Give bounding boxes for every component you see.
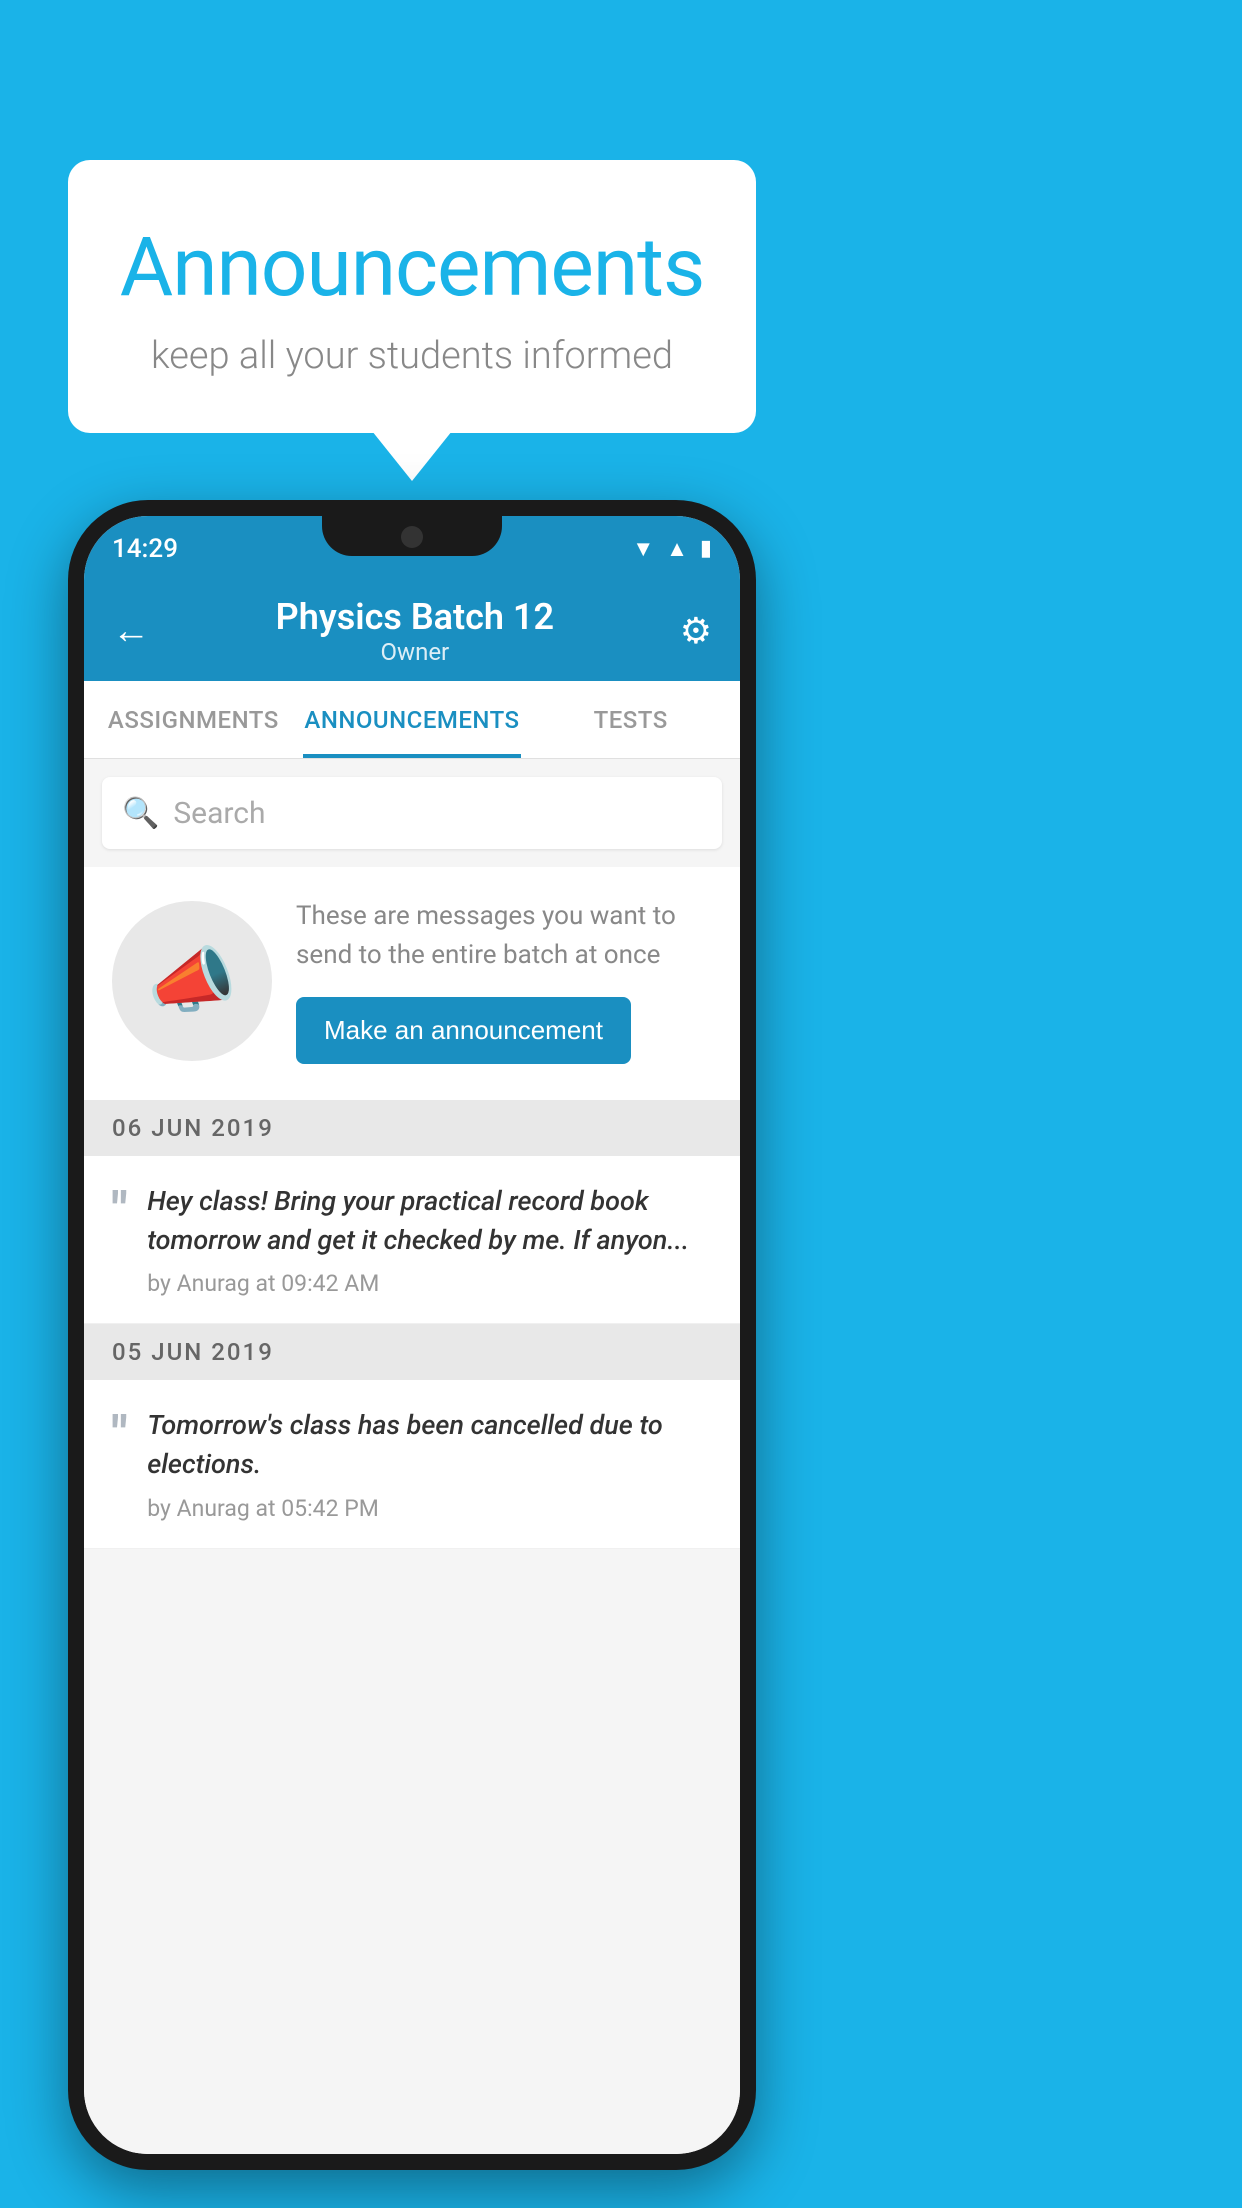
quote-icon-2: " [112,1410,127,1521]
header-title: Physics Batch 12 [276,596,554,638]
phone-notch [322,516,502,556]
phone-camera [401,526,423,548]
date-separator-2: 05 JUN 2019 [84,1324,740,1380]
date-separator-1: 06 JUN 2019 [84,1100,740,1156]
search-placeholder-text: Search [173,796,265,831]
bubble-title: Announcements [118,220,706,316]
megaphone-circle: 📣 [112,901,272,1061]
phone-frame: 14:29 ▼ ▲ ▮ ← Physics Batch 12 Owner ⚙ A… [68,500,756,2170]
phone-screen: 14:29 ▼ ▲ ▮ ← Physics Batch 12 Owner ⚙ A… [84,516,740,2154]
gear-icon[interactable]: ⚙ [680,610,712,652]
tab-assignments[interactable]: ASSIGNMENTS [84,681,303,758]
announcement-meta-2: by Anurag at 05:42 PM [147,1495,712,1522]
bubble-subtitle: keep all your students informed [118,334,706,378]
tabs-bar: ASSIGNMENTS ANNOUNCEMENTS TESTS [84,681,740,759]
status-icons: ▼ ▲ ▮ [632,536,712,562]
prompt-description: These are messages you want to send to t… [296,897,712,975]
make-announcement-button[interactable]: Make an announcement [296,997,631,1064]
search-icon: 🔍 [122,796,159,831]
header-center: Physics Batch 12 Owner [276,596,554,666]
announcement-content-1: Hey class! Bring your practical record b… [147,1182,712,1297]
tab-announcements[interactable]: ANNOUNCEMENTS [303,681,522,758]
announcement-item-1[interactable]: " Hey class! Bring your practical record… [84,1156,740,1324]
tab-tests[interactable]: TESTS [521,681,740,758]
speech-bubble: Announcements keep all your students inf… [68,160,756,433]
announcement-prompt: 📣 These are messages you want to send to… [84,867,740,1100]
wifi-icon: ▼ [632,536,654,562]
phone-content: 🔍 Search 📣 These are messages you want t… [84,759,740,2154]
announcement-text-1: Hey class! Bring your practical record b… [147,1182,712,1260]
announcement-meta-1: by Anurag at 09:42 AM [147,1270,712,1297]
speech-bubble-container: Announcements keep all your students inf… [68,160,756,433]
prompt-right: These are messages you want to send to t… [296,897,712,1064]
announcement-text-2: Tomorrow's class has been cancelled due … [147,1406,712,1484]
back-button[interactable]: ← [112,609,150,653]
app-header: ← Physics Batch 12 Owner ⚙ [84,581,740,681]
announcement-content-2: Tomorrow's class has been cancelled due … [147,1406,712,1521]
announcement-item-2[interactable]: " Tomorrow's class has been cancelled du… [84,1380,740,1548]
signal-icon: ▲ [666,536,688,562]
quote-icon-1: " [112,1186,127,1297]
search-bar[interactable]: 🔍 Search [102,777,722,849]
status-time: 14:29 [112,534,178,564]
megaphone-icon: 📣 [147,938,237,1023]
header-subtitle: Owner [276,638,554,666]
battery-icon: ▮ [700,536,712,561]
